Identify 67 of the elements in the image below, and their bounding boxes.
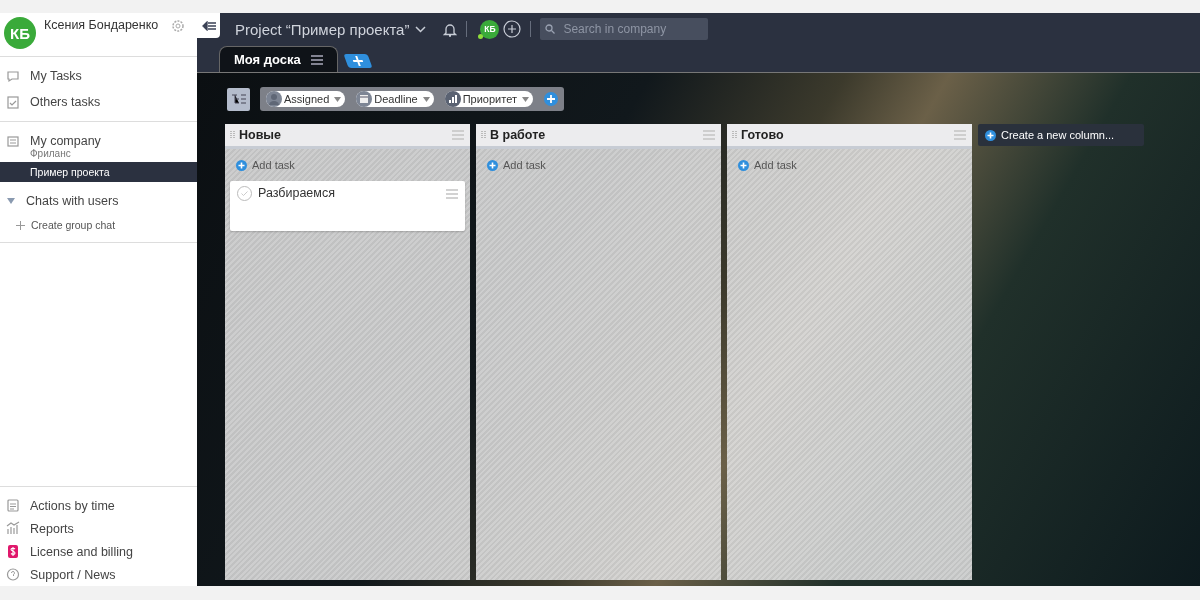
task-title: Разбираемся [258,186,336,200]
caret-down-icon [334,96,342,102]
menu-icon [452,130,464,140]
drag-handle-icon [732,130,737,140]
caret-down-icon [422,96,430,102]
add-task-button[interactable]: Add task [230,157,301,173]
hierarchy-icon [231,93,246,105]
person-icon [266,91,282,107]
task-card[interactable]: Разбираемся [230,181,465,231]
bell-icon [443,21,458,37]
add-tab-button[interactable] [343,54,373,68]
search-icon [545,24,556,34]
bar-chart-icon [6,521,20,536]
user-name: Ксения Бондаренко [44,18,159,32]
add-filter-button[interactable] [543,92,558,106]
filter-dropdown[interactable]: Приоритет [444,91,533,107]
clipboard-icon [6,498,20,513]
create-chat-link[interactable]: Create group chat [0,214,197,236]
sidebar-item[interactable]: My Tasks [0,63,197,89]
plus-circle-icon [985,129,996,141]
plus-icon [351,56,365,66]
folder-icon [6,133,20,149]
dollar-tag-icon [6,544,20,559]
project-title[interactable]: Project “Пример проекта” [235,20,410,38]
plus-circle-icon [236,159,247,171]
avatar: КБ [4,17,36,49]
plus-icon [546,95,555,103]
column-title: В работе [490,128,547,142]
chevron-down-icon [415,25,427,33]
filter-dropdown[interactable]: Deadline [356,91,434,107]
clipboard-icon [6,94,20,110]
search-field[interactable]: Search in company [540,18,709,40]
signal-bars-icon [444,91,461,107]
sidebar-item[interactable]: Reports [0,517,197,540]
plus-circle-icon [487,159,498,171]
menu-icon [703,130,715,140]
add-member-icon [503,20,522,38]
add-task-button[interactable]: Add task [732,157,803,173]
sidebar-item[interactable]: Support / News [0,563,197,586]
calendar-icon [356,91,373,107]
chats-item[interactable]: Chats with users [0,188,197,214]
menu-icon [446,189,458,199]
drag-handle-icon [481,130,486,140]
company-subtitle: Фриланс [29,148,72,161]
hierarchy-view-button[interactable] [227,87,250,111]
create-column-button[interactable]: Create a new column... [978,124,1144,146]
project-item[interactable]: Пример проекта [0,162,197,182]
column-title: Готово [741,128,785,142]
column-title: Новые [239,128,282,142]
help-icon [6,567,20,582]
filter-dropdown[interactable]: Assigned [266,91,346,107]
sidebar-item[interactable]: Actions by time [0,494,197,517]
drag-handle-icon [230,130,235,140]
sidebar-item[interactable]: License and billing [0,540,197,563]
menu-icon [310,54,323,65]
online-dot [478,33,484,39]
board-tab[interactable]: Моя доска [219,46,338,72]
add-task-button[interactable]: Add task [481,157,552,173]
caret-down-icon [521,96,529,102]
collapse-sidebar-button[interactable] [197,13,220,38]
sidebar-item[interactable]: Others tasks [0,89,197,115]
menu-icon [954,130,966,140]
plus-icon [16,220,25,230]
arrow-left-lines-icon [201,20,216,31]
chat-bubble-icon [6,68,20,84]
plus-circle-icon [738,159,749,171]
settings-icon [171,19,185,33]
